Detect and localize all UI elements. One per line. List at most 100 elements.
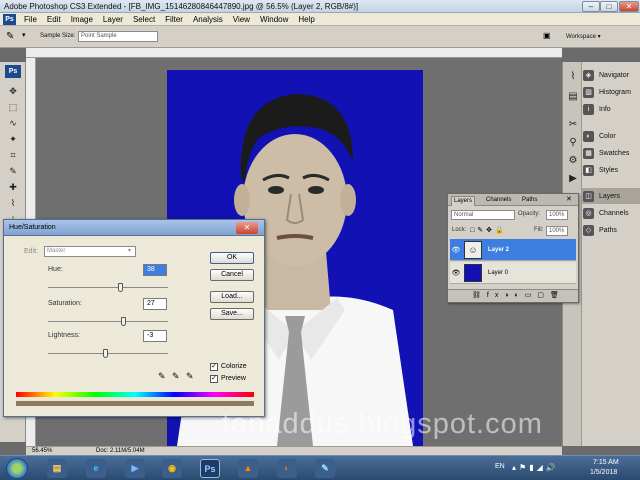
tab-paths[interactable]: Paths	[522, 196, 537, 205]
layer-row-layer-0[interactable]: 👁 Layer 0	[450, 262, 576, 284]
lightness-field[interactable]: -3	[143, 330, 167, 342]
firefox-icon[interactable]: ◐	[277, 459, 297, 478]
load-button[interactable]: Load...	[210, 291, 254, 303]
dock-layers[interactable]: ◫ Layers	[583, 189, 620, 203]
save-button[interactable]: Save...	[210, 308, 254, 320]
eyedropper-minus-icon[interactable]: ✎	[186, 371, 194, 382]
eyedropper-icon[interactable]: ✎	[7, 166, 19, 176]
clock-time[interactable]: 7:15 AM	[593, 459, 619, 466]
menu-window[interactable]: Window	[255, 15, 293, 24]
input-hue-bar	[16, 392, 254, 397]
cancel-button[interactable]: Cancel	[210, 269, 254, 281]
dock-histogram[interactable]: ▥ Histogram	[583, 85, 631, 99]
opacity-field[interactable]: 100%	[546, 210, 568, 220]
colorize-checkbox[interactable]: ✓	[210, 363, 218, 371]
layer-row-layer-2[interactable]: 👁 ☺ Layer 2	[450, 239, 576, 261]
menu-view[interactable]: View	[228, 15, 255, 24]
sample-size-select[interactable]: Point Sample	[78, 31, 158, 42]
chrome-icon[interactable]: ◉	[162, 459, 182, 478]
layer-2-name: Layer 2	[488, 246, 510, 253]
menu-image[interactable]: Image	[66, 15, 98, 24]
explorer-icon[interactable]: ▤	[47, 459, 67, 478]
paint-icon[interactable]: ✎	[315, 459, 335, 478]
brush-icon[interactable]: ⌇	[7, 198, 19, 208]
color-icon: ◐	[583, 130, 594, 142]
lightness-label: Lightness:	[48, 332, 80, 339]
lightness-slider-thumb[interactable]	[103, 349, 109, 358]
media-icon[interactable]: ▶	[125, 459, 145, 478]
vlc-icon[interactable]: ▲	[238, 459, 258, 478]
dock-paths[interactable]: ◇ Paths	[583, 223, 617, 237]
menu-file[interactable]: File	[19, 15, 42, 24]
dialog-close-button[interactable]: ✕	[236, 222, 258, 234]
dock-info[interactable]: i Info	[583, 102, 611, 116]
start-button[interactable]	[6, 458, 28, 479]
tab-channels[interactable]: Channels	[486, 196, 511, 205]
panel-close-icon[interactable]: ✕	[566, 195, 572, 203]
eyedropper-plus-icon[interactable]: ✎	[172, 371, 180, 382]
saturation-field[interactable]: 27	[143, 298, 167, 310]
history-panel-icon[interactable]: ⚙	[565, 154, 581, 168]
language-indicator[interactable]: EN	[495, 463, 505, 470]
dock-color[interactable]: ◐ Color	[583, 129, 616, 143]
minimize-button[interactable]: –	[582, 1, 600, 12]
photoshop-taskbar-icon[interactable]: Ps	[200, 459, 220, 478]
blend-mode-select[interactable]: Normal	[451, 210, 515, 220]
layers-icon: ◫	[583, 190, 594, 202]
menu-help[interactable]: Help	[293, 15, 319, 24]
healing-icon[interactable]: ✚	[7, 182, 19, 192]
preview-checkbox[interactable]: ✓	[210, 375, 218, 383]
dock-styles-label: Styles	[599, 166, 619, 174]
dock-info-label: Info	[599, 105, 611, 113]
clone-panel-icon[interactable]: ⚲	[565, 136, 581, 150]
menu-analysis[interactable]: Analysis	[188, 15, 228, 24]
dock-navigator[interactable]: ◈ Navigator	[583, 68, 629, 82]
visibility-eye-icon[interactable]: 👁	[450, 269, 462, 277]
tool-preset-chevron-icon[interactable]: ▾	[22, 31, 26, 39]
dock-swatches[interactable]: ▦ Swatches	[583, 146, 629, 160]
tray-icons[interactable]: ▴⚑▮◢🔊	[512, 463, 559, 472]
edit-select[interactable]: Master	[44, 246, 136, 257]
menu-select[interactable]: Select	[128, 15, 160, 24]
lasso-icon[interactable]: ∿	[7, 118, 19, 128]
move-icon[interactable]: ✥	[7, 86, 19, 96]
fill-field[interactable]: 100%	[546, 226, 568, 236]
brush-panel-icon[interactable]: ⌇	[565, 70, 581, 84]
doc-size[interactable]: Doc: 2.11M/5.04M	[96, 448, 145, 454]
actions-panel-icon[interactable]: ▶	[565, 172, 581, 186]
hue-slider-thumb[interactable]	[117, 283, 123, 292]
tool-presets-icon[interactable]: ▤	[565, 90, 581, 104]
dock-color-label: Color	[599, 132, 616, 140]
maximize-button[interactable]: □	[600, 1, 618, 12]
hue-field[interactable]: 38	[143, 264, 167, 276]
lock-options-icon[interactable]: □✎✥🔒	[470, 226, 507, 234]
hue-saturation-dialog: Hue/Saturation ✕ Edit: Master ▾ Hue: 38 …	[3, 219, 265, 417]
magic-wand-icon[interactable]: ✦	[7, 134, 19, 144]
zoom-readout[interactable]: 56.45%	[32, 448, 52, 454]
ok-button[interactable]: OK	[210, 252, 254, 264]
workspace-menu[interactable]: Workspace ▾	[566, 33, 601, 40]
eyedropper-icon[interactable]: ✎	[158, 371, 166, 382]
internet-explorer-icon[interactable]: e	[86, 459, 106, 478]
eyedropper-icon[interactable]: ✎	[6, 31, 14, 42]
menu-layer[interactable]: Layer	[98, 15, 128, 24]
tools-panel-icon[interactable]: ✂	[565, 118, 581, 132]
dock-channels[interactable]: ◎ Channels	[583, 206, 629, 220]
dock-styles[interactable]: ◧ Styles	[583, 163, 618, 177]
dialog-title-bar[interactable]: Hue/Saturation ✕	[4, 220, 264, 236]
layers-panel: Layers Channels Paths ✕ Normal Opacity: …	[447, 193, 579, 303]
layer-0-name: Layer 0	[488, 269, 509, 276]
menu-edit[interactable]: Edit	[42, 15, 66, 24]
crop-icon[interactable]: ⌗	[7, 150, 19, 160]
visibility-eye-icon[interactable]: 👁	[450, 246, 462, 254]
menu-filter[interactable]: Filter	[160, 15, 188, 24]
horizontal-ruler	[26, 48, 562, 58]
clock-date[interactable]: 1/5/2018	[590, 469, 617, 476]
palette-well-icon[interactable]: ▣	[543, 31, 551, 40]
saturation-slider-thumb[interactable]	[121, 317, 127, 326]
tab-layers[interactable]: Layers	[451, 196, 476, 206]
marquee-icon[interactable]: ⬚	[7, 102, 19, 112]
close-button[interactable]: ✕	[619, 1, 639, 12]
watermark: tanaddus.blogspot.com	[222, 408, 543, 440]
layers-footer-icons[interactable]: ⛓fx◑◐▭▢🗑	[448, 289, 578, 302]
